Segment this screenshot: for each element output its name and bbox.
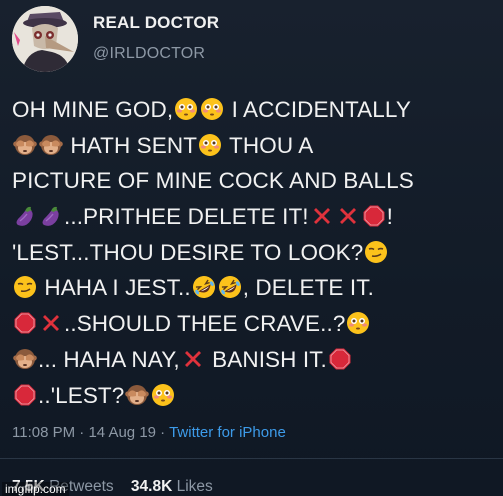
tweet-text-segment: BANISH IT.	[205, 346, 327, 372]
tweet-text-segment: ..SHOULD THEE CRAVE..?	[64, 311, 346, 337]
tweet-text-segment: I ACCIDENTALLY	[225, 97, 411, 122]
tweet-text-segment: , DELETE IT.	[242, 275, 374, 301]
see-no-evil-monkey-icon	[13, 346, 37, 370]
tweet-line: HATH SENT THOU A	[12, 128, 498, 164]
see-no-evil-monkey-icon	[13, 132, 37, 156]
tweet-line: 'LEST...THOU DESIRE TO LOOK?	[12, 235, 498, 271]
likes-label[interactable]: Likes	[177, 478, 213, 495]
tweet-line: ...PRITHEE DELETE IT!!	[12, 199, 498, 235]
tweet-text-segment: ...PRITHEE DELETE IT!	[64, 204, 309, 230]
flushed-face-icon	[151, 382, 175, 406]
meta-separator: ·	[75, 424, 89, 441]
tweet-text-segment: !	[386, 204, 394, 230]
rofl-face-icon	[192, 274, 216, 299]
eggplant-icon	[13, 203, 37, 227]
smirking-face-icon	[364, 239, 388, 263]
stop-sign-icon	[13, 310, 37, 334]
eggplant-icon	[39, 203, 63, 227]
tweet-text-segment: THOU A	[223, 132, 314, 158]
imgflip-watermark: imgflip.com	[2, 482, 69, 496]
likes-count[interactable]: 34.8K	[131, 478, 172, 495]
tweet-line: ... HAHA NAY, BANISH IT.	[12, 342, 498, 378]
see-no-evil-monkey-icon	[39, 132, 63, 156]
tweet-text-segment: HATH SENT	[64, 132, 198, 158]
tweet-line: HAHA I JEST.. , DELETE IT.	[12, 270, 498, 306]
tweet-source-link[interactable]: Twitter for iPhone	[169, 424, 286, 441]
divider	[0, 458, 503, 459]
tweet-line: OH MINE GOD, I ACCIDENTALLY	[12, 92, 498, 128]
stop-sign-icon	[328, 346, 352, 370]
cross-mark-icon	[39, 310, 63, 334]
tweet-line: ..'LEST?	[12, 378, 498, 414]
cross-mark-icon	[336, 203, 360, 227]
tweet-text-segment: 'LEST...THOU DESIRE TO LOOK?	[12, 239, 364, 265]
stop-sign-icon	[362, 203, 386, 227]
tweet-text-segment: ..'LEST?	[38, 382, 125, 408]
tweet-text-segment: ... HAHA NAY,	[38, 346, 180, 372]
tweet-card: REAL DOCTOR @IRLDOCTOR OH MINE GOD, I AC…	[0, 0, 503, 496]
flushed-face-icon	[200, 96, 224, 120]
rofl-face-icon	[218, 274, 242, 299]
tweet-line: PICTURE OF MINE COCK AND BALLS	[12, 163, 498, 199]
see-no-evil-monkey-icon	[125, 382, 150, 406]
cross-mark-icon	[310, 203, 334, 227]
display-name[interactable]: REAL DOCTOR	[93, 13, 219, 33]
tweet-time[interactable]: 11:08 PM	[12, 424, 75, 441]
tweet-text-segment: PICTURE OF MINE COCK AND BALLS	[12, 168, 414, 194]
avatar[interactable]	[12, 6, 78, 72]
stop-sign-icon	[13, 382, 37, 406]
flushed-face-icon	[198, 132, 222, 156]
tweet-text: OH MINE GOD, I ACCIDENTALLY HATH SENT TH…	[12, 92, 498, 413]
flushed-face-icon	[346, 310, 370, 335]
tweet-line: ..SHOULD THEE CRAVE..?	[12, 306, 498, 342]
plague-doctor-avatar-icon	[12, 6, 78, 72]
cross-mark-icon	[181, 346, 205, 370]
flushed-face-icon	[174, 96, 198, 120]
meta-separator: ·	[156, 424, 170, 441]
tweet-text-segment: OH MINE GOD,	[12, 97, 174, 122]
smirking-face-icon	[13, 274, 37, 299]
tweet-date[interactable]: 14 Aug 19	[88, 424, 156, 441]
tweet-meta: 11:08 PM · 14 Aug 19 · Twitter for iPhon…	[12, 424, 286, 441]
tweet-text-segment: HAHA I JEST..	[38, 275, 191, 301]
user-handle[interactable]: @IRLDOCTOR	[93, 45, 205, 63]
